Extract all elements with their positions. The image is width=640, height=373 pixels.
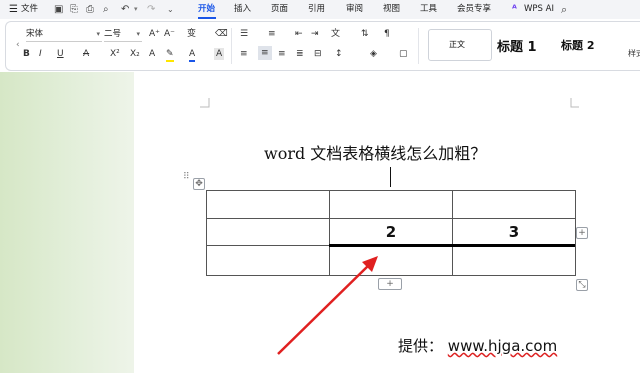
font-size-select[interactable]: 二号 ▾ [104,27,142,42]
table-cell[interactable]: 2 [329,218,453,246]
shrink-font-icon[interactable]: A⁻ [164,28,175,40]
subscript-icon[interactable]: X₂ [130,48,140,60]
preview-icon[interactable]: ⌕ [103,0,109,19]
shading-icon[interactable]: ◈ [370,48,377,60]
export-icon[interactable]: ⎘ [70,0,78,19]
align-center-icon[interactable]: ≡ [258,46,272,60]
italic-icon[interactable]: I [39,48,42,60]
bold-icon[interactable]: B [23,48,30,60]
strikethrough-icon[interactable]: A [83,48,89,60]
ribbon-toolbar: ‹ 宋体 ▾ 二号 ▾ A⁺ A⁻ 变 ⌫ B I U A X² X₂ A ✎ … [5,21,640,71]
text-effect-icon[interactable]: A [149,48,155,60]
font-name-select[interactable]: 宋体 ▾ [26,27,102,42]
table-cell[interactable] [206,190,330,219]
word-table[interactable]: 2 3 [206,190,576,276]
show-marks-icon[interactable]: ¶ [384,28,390,40]
distribute-icon[interactable]: ⊟ [314,48,322,60]
styles-button[interactable]: 样式 [628,48,640,60]
wps-ai-icon[interactable]: ᴬ [512,0,517,19]
style-heading-2[interactable]: 标题 2 [561,37,594,53]
chinese-layout-icon[interactable]: 文 [331,28,340,40]
drag-dots-icon[interactable]: ⠿ [183,172,190,182]
menu-icon[interactable]: ☰ [9,0,18,19]
table-cell[interactable]: 3 [452,218,576,246]
wps-ai-button[interactable]: WPS AI [524,0,554,19]
separator [231,28,232,64]
align-right-icon[interactable]: ≡ [278,48,286,60]
table-row: 2 3 [206,218,576,246]
table-cell[interactable] [206,218,330,246]
numbered-list-icon[interactable]: ≡ [268,28,276,40]
tab-member[interactable]: 会员专享 [457,0,491,19]
superscript-icon[interactable]: X² [110,48,120,60]
bullet-list-icon[interactable]: ☰ [240,28,248,40]
table-cell[interactable] [329,190,453,219]
table-move-handle[interactable]: ✥ [193,178,205,190]
chevron-down-icon: ▾ [136,30,140,38]
red-arrow-annotation [277,256,378,355]
undo-icon[interactable]: ↶ [121,0,129,19]
menu-bar: ☰ 文件 ▣ ⎘ ⎙ ⌕ ↶ ▾ ↷ ⌄ 开始 插入 页面 引用 审阅 视图 工… [0,0,640,19]
search-icon[interactable]: ⌕ [561,0,567,19]
char-shading-icon[interactable]: A [214,48,225,60]
grow-font-icon[interactable]: A⁺ [149,28,160,40]
text-cursor [390,167,391,187]
print-icon[interactable]: ⎙ [86,0,94,19]
active-tab-indicator [198,17,216,19]
font-color-icon[interactable]: A [189,48,196,62]
tab-tools[interactable]: 工具 [420,0,437,19]
redo-icon[interactable]: ↷ [147,0,155,19]
table-row [206,245,576,276]
align-left-icon[interactable]: ≡ [240,48,248,60]
decrease-indent-icon[interactable]: ⇤ [295,28,303,40]
navigation-pane [0,72,134,373]
chevron-down-icon: ▾ [96,30,100,38]
font-size-value: 二号 [104,29,122,39]
line-spacing-icon[interactable]: ↕ [335,48,343,60]
file-menu[interactable]: 文件 [21,0,38,19]
table-resize-handle[interactable]: ⤡ [576,279,588,291]
add-column-button[interactable]: + [576,227,588,239]
style-normal[interactable]: 正文 [428,29,492,61]
underline-icon[interactable]: U [57,48,64,60]
sort-icon[interactable]: ⇅ [361,28,369,40]
style-heading-1[interactable]: 标题 1 [497,36,537,55]
table-row [206,190,576,219]
more-icon[interactable]: ⌄ [167,0,174,19]
justify-icon[interactable]: ≣ [296,48,304,60]
credit-url[interactable]: www.hjga.com [448,337,557,355]
clear-format-icon[interactable]: ⌫ [215,28,228,40]
page-corner-mark [200,98,210,108]
tab-view[interactable]: 视图 [383,0,400,19]
table-cell[interactable] [452,190,576,219]
tab-insert[interactable]: 插入 [234,0,251,19]
page-corner-mark [570,98,579,108]
font-name-value: 宋体 [26,29,44,39]
tab-review[interactable]: 审阅 [346,0,363,19]
table-cell[interactable] [452,245,576,276]
tab-page[interactable]: 页面 [271,0,288,19]
separator [418,28,419,64]
style-normal-label: 正文 [449,40,465,49]
tab-references[interactable]: 引用 [308,0,325,19]
credit-prefix: 提供： [398,337,444,355]
borders-icon[interactable]: ▢ [399,48,408,60]
save-icon[interactable]: ▣ [54,0,63,19]
collapse-left-icon[interactable]: ‹ [16,39,20,51]
thick-border-line [329,244,575,247]
credit-text: 提供： www.hjga.com [398,335,557,356]
increase-indent-icon[interactable]: ⇥ [311,28,319,40]
highlight-icon[interactable]: ✎ [166,48,174,62]
undo-dropdown-icon[interactable]: ▾ [134,0,138,19]
phonetic-icon[interactable]: 变 [187,28,196,40]
document-title: word 文档表格横线怎么加粗？ [264,144,487,163]
